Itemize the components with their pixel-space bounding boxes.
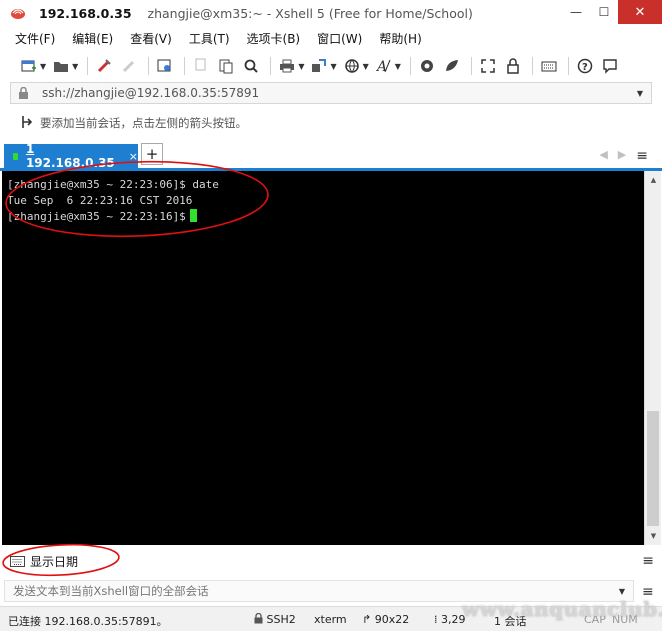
chevron-down-icon[interactable]: ▼ [395, 62, 401, 71]
toolbar: ▼ ▼ ▼ ▼ ▼ A ▼ ? [0, 53, 662, 79]
terminal-size: ↱ 90x22 [362, 613, 410, 626]
disconnect-icon[interactable] [118, 55, 140, 77]
tab-navigation: ◀ ▶ ≡ [599, 148, 648, 164]
scrollbar-thumb[interactable] [647, 411, 659, 526]
menu-help[interactable]: 帮助(H) [379, 30, 421, 47]
session-hint-bar: 要添加当前会话，点击左侧的箭头按钮。 [0, 112, 662, 134]
toolbar-divider [531, 57, 533, 75]
add-tab-button[interactable]: + [141, 143, 163, 165]
quick-command-menu-icon[interactable]: ≡ [642, 553, 654, 569]
chat-icon[interactable] [599, 55, 621, 77]
toolbar-divider [409, 57, 411, 75]
lock-icon [254, 612, 263, 624]
chevron-down-icon[interactable]: ▼ [298, 62, 304, 71]
chevron-down-icon[interactable]: ▼ [40, 62, 46, 71]
close-icon[interactable]: × [129, 150, 138, 163]
hint-text: 要添加当前会话，点击左侧的箭头按钮。 [40, 116, 247, 130]
chevron-down-icon[interactable]: ▼ [363, 62, 369, 71]
terminal-output: [zhangjie@xm35 ~ 22:23:06]$ date Tue Sep … [7, 177, 219, 225]
chevron-down-icon[interactable]: ▼ [619, 587, 625, 596]
connection-status: 已连接 192.168.0.35:57891。 [8, 615, 168, 628]
transfer-icon[interactable] [308, 55, 330, 77]
cursor-position: ⁞ 3,29 [434, 613, 466, 626]
resize-icon: ↱ [362, 613, 372, 626]
maximize-button[interactable]: ☐ [590, 0, 618, 24]
terminal-cursor [189, 209, 197, 222]
connected-status-icon [13, 152, 18, 160]
menu-view[interactable]: 查看(V) [130, 30, 172, 47]
menu-file[interactable]: 文件(F) [15, 30, 55, 47]
chevron-left-icon[interactable]: ◀ [599, 148, 607, 164]
lock-icon [18, 86, 36, 100]
terminal-line: [zhangjie@xm35 ~ 22:23:06]$ date [7, 178, 219, 191]
add-session-arrow-icon[interactable] [21, 115, 35, 132]
chevron-down-icon[interactable]: ▼ [330, 62, 336, 71]
chevron-right-icon[interactable]: ▶ [618, 148, 626, 164]
open-folder-icon[interactable] [50, 55, 72, 77]
keyboard-icon [10, 555, 26, 567]
paste-icon[interactable] [215, 55, 237, 77]
font-icon[interactable]: A [373, 55, 395, 77]
scroll-up-icon[interactable]: ▲ [645, 173, 662, 187]
fullscreen-icon[interactable] [477, 55, 499, 77]
protocol-status: SSH2 [254, 612, 296, 626]
tab-label: 1 192.168.0.35 [25, 142, 115, 170]
minimize-button[interactable]: — [562, 0, 590, 24]
toolbar-divider [184, 57, 186, 75]
properties-icon[interactable] [154, 55, 176, 77]
toolbar-divider [567, 57, 569, 75]
toolbar-divider [87, 57, 89, 75]
tab-bar: 1 192.168.0.35 × + ◀ ▶ ≡ [0, 141, 662, 171]
terminal-line: Tue Sep 6 22:23:16 CST 2016 [7, 194, 193, 207]
toolbar-divider [148, 57, 150, 75]
keyboard-icon[interactable] [538, 55, 560, 77]
xftp-icon[interactable] [416, 55, 438, 77]
compose-icon[interactable] [441, 55, 463, 77]
compose-input[interactable]: 发送文本到当前Xshell窗口的全部会话 [13, 583, 209, 599]
svg-text:?: ? [582, 62, 588, 73]
chevron-down-icon[interactable]: ▼ [72, 62, 78, 71]
terminal-screen[interactable]: [zhangjie@xm35 ~ 22:23:06]$ date Tue Sep … [2, 171, 644, 545]
window-controls: — ☐ ✕ [562, 0, 662, 24]
menu-tabs[interactable]: 选项卡(B) [247, 30, 301, 47]
toolbar-divider [470, 57, 472, 75]
address-bar[interactable]: ssh://zhangjie@192.168.0.35:57891 ▼ [10, 82, 652, 104]
cursor-pos-icon: ⁞ [434, 613, 438, 626]
tab-session-1[interactable]: 1 192.168.0.35 × [4, 142, 138, 170]
terminal-type: xterm [314, 613, 347, 626]
lock-icon[interactable] [502, 55, 524, 77]
reconnect-icon[interactable] [93, 55, 115, 77]
quick-command-bar: 显示日期 ≡ [0, 547, 662, 575]
copy-icon[interactable] [190, 55, 212, 77]
address-input[interactable]: ssh://zhangjie@192.168.0.35:57891 [42, 86, 259, 100]
menu-tools[interactable]: 工具(T) [189, 30, 230, 47]
tab-menu-icon[interactable]: ≡ [636, 148, 648, 164]
menu-edit[interactable]: 编辑(E) [72, 30, 113, 47]
print-icon[interactable] [276, 55, 298, 77]
title-host: 192.168.0.35 [39, 5, 132, 21]
title-bar: 192.168.0.35 zhangjie@xm35:~ - Xshell 5 … [0, 0, 662, 26]
close-button[interactable]: ✕ [618, 0, 662, 24]
terminal-prompt-line: [zhangjie@xm35 ~ 22:23:16]$ [7, 209, 219, 225]
scroll-down-icon[interactable]: ▼ [645, 529, 662, 543]
find-icon[interactable] [240, 55, 262, 77]
window-title: zhangjie@xm35:~ - Xshell 5 (Free for Hom… [147, 5, 473, 21]
new-session-icon[interactable] [18, 55, 40, 77]
help-icon[interactable]: ? [574, 55, 596, 77]
menu-bar: 文件(F) 编辑(E) 查看(V) 工具(T) 选项卡(B) 窗口(W) 帮助(… [0, 27, 662, 49]
menu-window[interactable]: 窗口(W) [317, 30, 362, 47]
chevron-down-icon[interactable]: ▼ [637, 89, 643, 98]
globe-icon[interactable] [341, 55, 363, 77]
watermark: www.anquanclub.cn [462, 597, 662, 621]
quick-command-show-date[interactable]: 显示日期 [30, 553, 78, 570]
xshell-logo-icon[interactable] [9, 4, 27, 22]
terminal-scrollbar[interactable]: ▲ ▼ [644, 171, 661, 545]
toolbar-divider [270, 57, 272, 75]
